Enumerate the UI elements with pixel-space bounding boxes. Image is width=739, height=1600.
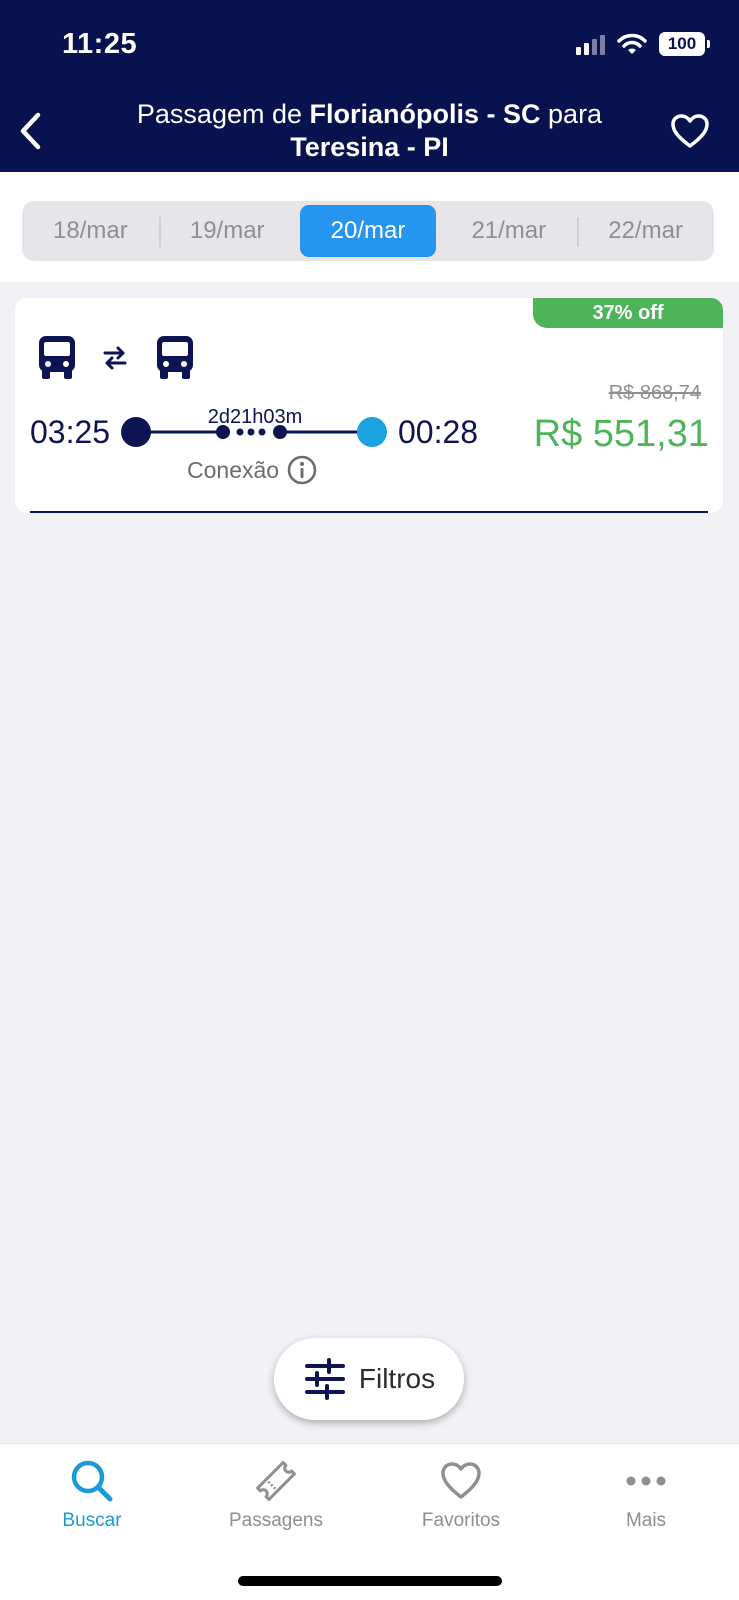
filters-button[interactable]: Filtros	[274, 1338, 464, 1420]
nav-favoritos[interactable]: Favoritos	[396, 1458, 526, 1532]
date-tab-18-mar[interactable]: 18/mar	[22, 205, 159, 257]
date-tab-19-mar[interactable]: 19/mar	[158, 205, 296, 257]
nav-mais[interactable]: Mais	[581, 1458, 711, 1532]
nav-label-mais: Mais	[625, 1510, 667, 1531]
nav-label-passagens: Passagens	[228, 1510, 323, 1531]
title-origin: Florianópolis - SC	[309, 99, 541, 129]
discounted-price: R$ 551,31	[533, 413, 709, 455]
date-tab-21-mar[interactable]: 21/mar	[440, 205, 577, 257]
back-button[interactable]	[14, 108, 48, 154]
arrival-time: 00:28	[398, 414, 479, 450]
bus-icon	[157, 336, 193, 379]
title-connector: para	[540, 99, 603, 129]
connection-label: Conexão	[187, 456, 280, 483]
nav-passagens[interactable]: Passagens	[211, 1458, 341, 1532]
status-time: 11:25	[62, 28, 138, 60]
filters-label: Filtros	[358, 1363, 436, 1394]
discount-badge: 37% off	[533, 298, 723, 328]
card-divider	[30, 511, 708, 513]
sliders-icon	[304, 1358, 345, 1400]
status-icons: 100	[576, 32, 710, 56]
original-price: R$ 868,74	[608, 382, 701, 404]
date-tab-22-mar[interactable]: 22/mar	[577, 205, 714, 257]
departure-time: 03:25	[30, 414, 111, 450]
route-timeline	[121, 417, 387, 447]
heart-outline-icon	[671, 114, 709, 148]
heart-icon	[441, 1462, 481, 1499]
date-tab-20-mar[interactable]: 20/mar	[299, 205, 437, 257]
title-prefix: Passagem de	[136, 99, 310, 129]
connection-info[interactable]: Conexão	[187, 455, 317, 485]
nav-label-favoritos: Favoritos	[421, 1510, 501, 1531]
header: 11:25 100 Passagem de Florianópolis - SC…	[0, 0, 739, 172]
more-icon	[626, 1476, 666, 1486]
title-destination: Teresina - PI	[290, 132, 449, 162]
trip-card[interactable]: 37% off 03:25 2d21h03m 00:28 Conexão R$ …	[15, 298, 723, 513]
ticket-icon	[256, 1461, 296, 1501]
search-icon	[71, 1460, 113, 1502]
bottom-nav: Buscar Passagens Favoritos Mais	[0, 1443, 739, 1600]
chevron-left-icon	[20, 112, 41, 150]
wifi-icon	[617, 33, 647, 54]
battery-level: 100	[667, 34, 697, 53]
home-indicator	[238, 1576, 502, 1586]
swap-icon	[103, 346, 127, 370]
date-tabs: 18/mar 19/mar 20/mar 21/mar 22/mar	[22, 201, 714, 261]
page-title: Passagem de Florianópolis - SC para Tere…	[100, 98, 639, 164]
info-icon	[287, 455, 317, 485]
signal-icon	[576, 33, 605, 55]
nav-label-buscar: Buscar	[62, 1510, 122, 1531]
date-selector: 18/mar 19/mar 20/mar 21/mar 22/mar	[0, 172, 739, 282]
favorite-route-button[interactable]	[667, 108, 713, 154]
nav-buscar[interactable]: Buscar	[27, 1458, 157, 1532]
bus-icon	[39, 336, 75, 379]
battery-icon: 100	[659, 32, 710, 56]
